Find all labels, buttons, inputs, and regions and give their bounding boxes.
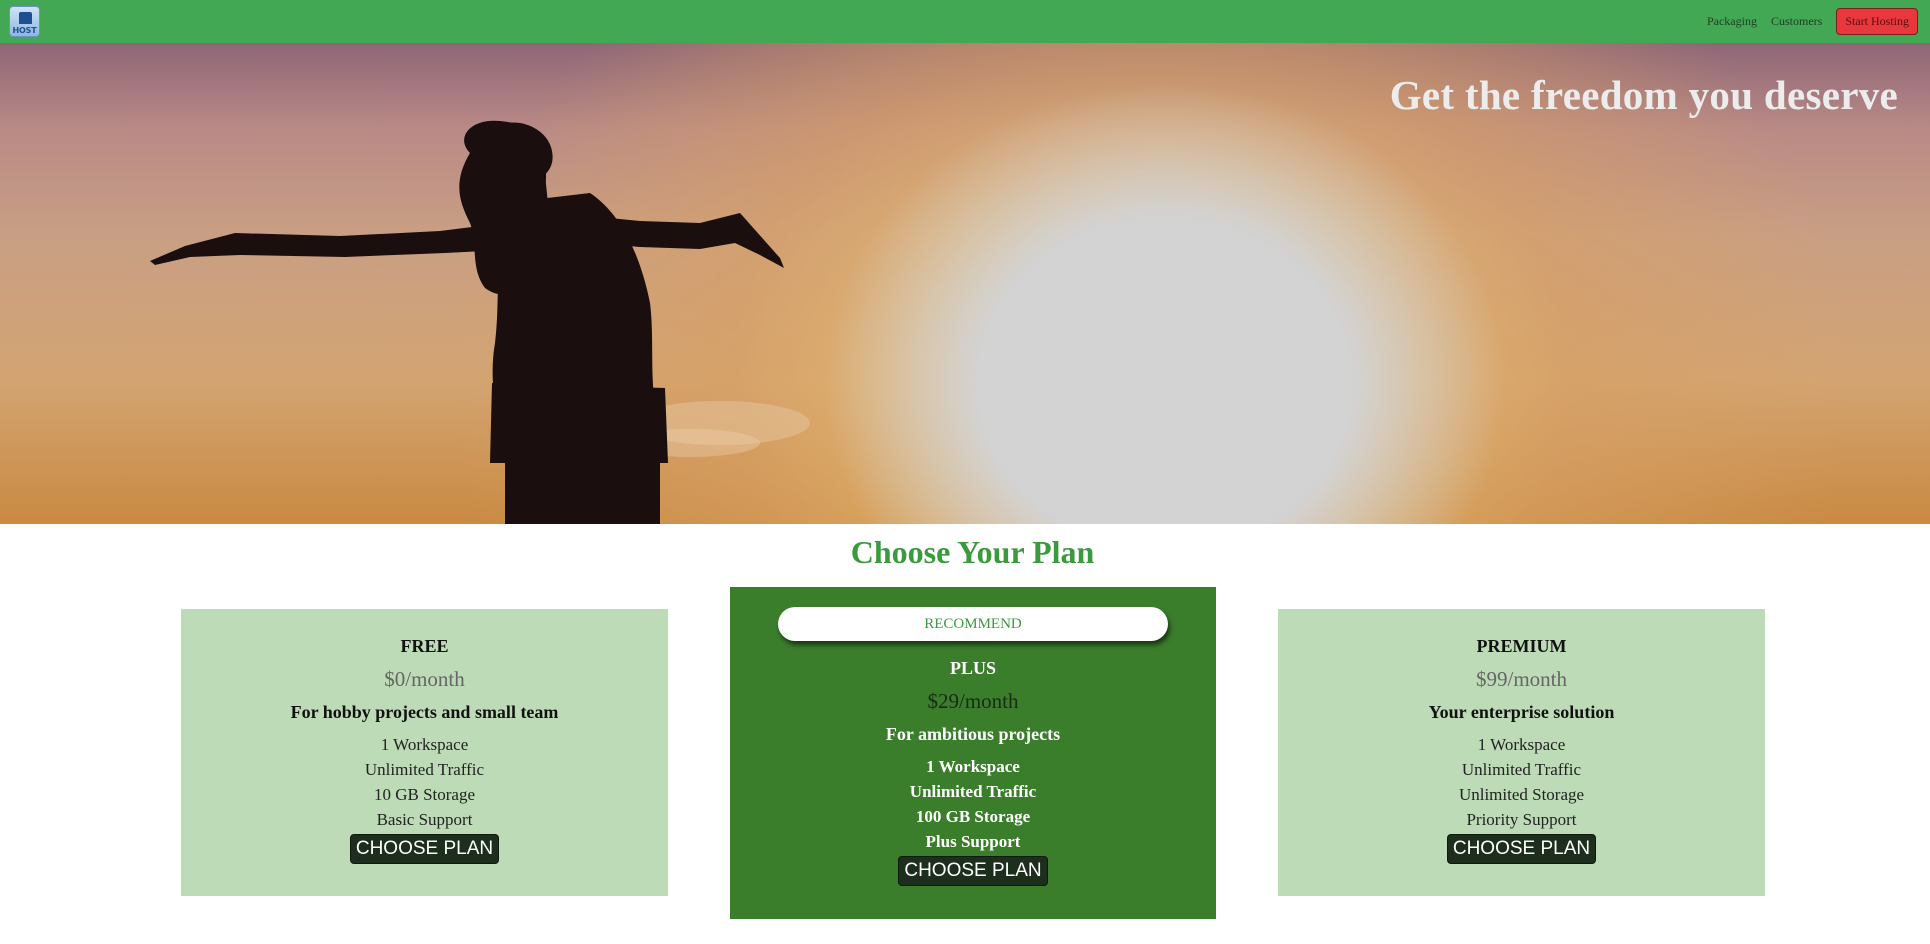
plan-price: $99/month (1475, 667, 1567, 691)
list-item: Unlimited Traffic (909, 782, 1037, 801)
list-item: 1 Workspace (380, 735, 469, 754)
list-item: Unlimited Storage (1458, 785, 1585, 804)
list-item: Basic Support (376, 810, 473, 829)
plans-section-title: Choose Your Plan (850, 534, 1095, 570)
list-item: Plus Support (925, 832, 1021, 851)
plan-description: Your enterprise solution (1428, 702, 1615, 722)
start-hosting-button[interactable]: Start Hosting (1836, 8, 1918, 35)
list-item: Unlimited Traffic (364, 760, 485, 779)
plan-price: $29/month (927, 689, 1019, 713)
nav-link-customers[interactable]: Customers (1771, 14, 1822, 29)
list-item: Priority Support (1466, 810, 1577, 829)
plan-description: For hobby projects and small team (290, 702, 559, 722)
plan-features-list: 1 Workspace Unlimited Traffic 100 GB Sto… (730, 754, 1216, 854)
plan-card-premium: PREMIUM $99/month Your enterprise soluti… (1278, 609, 1765, 896)
nav-link-packaging[interactable]: Packaging (1707, 14, 1757, 29)
host-logo-icon[interactable]: HOST (9, 6, 40, 37)
choose-plan-premium-button[interactable]: CHOOSE PLAN (1446, 834, 1597, 864)
list-item: 100 GB Storage (915, 807, 1031, 826)
list-item: Unlimited Traffic (1461, 760, 1582, 779)
plan-name: FREE (400, 636, 449, 656)
choose-plan-plus-button[interactable]: CHOOSE PLAN (898, 856, 1048, 886)
logo-text: HOST (12, 26, 37, 35)
choose-plan-free-button[interactable]: CHOOSE PLAN (349, 834, 500, 864)
plan-features-list: 1 Workspace Unlimited Traffic 10 GB Stor… (181, 732, 668, 832)
plan-card-free: FREE $0/month For hobby projects and sma… (181, 609, 668, 896)
house-icon (19, 12, 32, 24)
plan-name: PLUS (949, 658, 996, 678)
plan-description: For ambitious projects (885, 724, 1061, 744)
plan-card-plus: RECOMMEND PLUS $29/month For ambitious p… (730, 587, 1216, 919)
hero-banner: Get the freedom you deserve (0, 43, 1930, 524)
plan-price: $0/month (384, 667, 465, 691)
top-navigation-bar: HOST Packaging Customers Start Hosting (0, 0, 1930, 43)
plan-features-list: 1 Workspace Unlimited Traffic Unlimited … (1278, 732, 1765, 832)
main-nav: Packaging Customers Start Hosting (1707, 8, 1918, 35)
list-item: 10 GB Storage (373, 785, 476, 804)
recommend-badge: RECOMMEND (778, 607, 1168, 641)
plan-name: PREMIUM (1476, 636, 1567, 656)
list-item: 1 Workspace (1477, 735, 1566, 754)
hero-title: Get the freedom you deserve (1389, 72, 1898, 118)
list-item: 1 Workspace (926, 757, 1020, 776)
